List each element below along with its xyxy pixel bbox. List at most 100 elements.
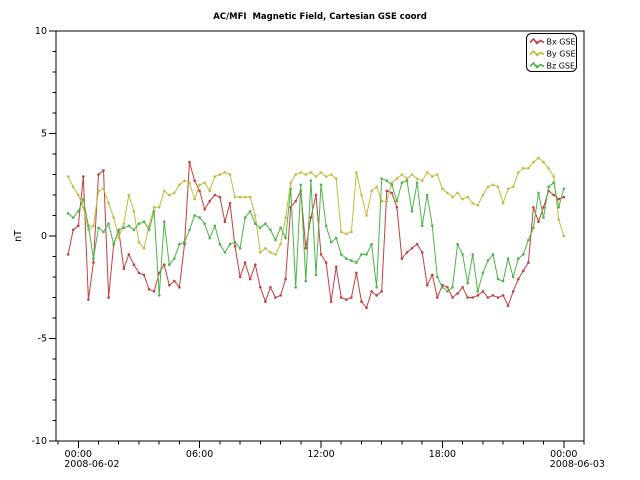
series-marker-bx-gse bbox=[208, 200, 211, 203]
series-marker-bx-gse bbox=[436, 296, 439, 299]
series-marker-bx-gse bbox=[355, 272, 358, 275]
series-marker-bz-gse bbox=[532, 227, 535, 230]
series-marker-bz-gse bbox=[517, 257, 520, 260]
series-marker-bx-gse bbox=[497, 296, 500, 299]
series-marker-bz-gse bbox=[300, 184, 303, 187]
series-marker-by-gse bbox=[401, 173, 404, 176]
series-marker-bx-gse bbox=[153, 290, 156, 293]
series-marker-bx-gse bbox=[537, 220, 540, 223]
y-axis-ticks: -10-50510 bbox=[31, 26, 56, 447]
series-marker-by-gse bbox=[340, 231, 343, 234]
series-marker-bx-gse bbox=[330, 300, 333, 303]
series-marker-by-gse bbox=[487, 186, 490, 189]
series-marker-bx-gse bbox=[466, 296, 469, 299]
series-marker-bz-gse bbox=[92, 257, 95, 260]
series-marker-bz-gse bbox=[102, 231, 105, 234]
series-marker-by-gse bbox=[224, 171, 227, 174]
x-axis-start-date: 2008-06-02 bbox=[64, 459, 119, 470]
series-marker-bz-gse bbox=[406, 179, 409, 182]
x-tick-label: 18:00 bbox=[429, 449, 456, 460]
series-marker-bz-gse bbox=[335, 237, 338, 240]
series-marker-by-gse bbox=[426, 171, 429, 174]
series-marker-bz-gse bbox=[112, 243, 115, 246]
series-marker-by-gse bbox=[441, 188, 444, 191]
series-marker-by-gse bbox=[97, 190, 100, 193]
series-marker-by-gse bbox=[471, 202, 474, 205]
series-marker-bz-gse bbox=[219, 243, 222, 246]
series-marker-by-gse bbox=[527, 167, 530, 170]
series-marker-by-gse bbox=[330, 173, 333, 176]
series-marker-bz-gse bbox=[330, 241, 333, 244]
series-marker-bx-gse bbox=[431, 274, 434, 277]
chart-title: AC/MFI Magnetic Field, Cartesian GSE coo… bbox=[213, 12, 427, 22]
series-marker-by-gse bbox=[153, 206, 156, 209]
series-marker-bx-gse bbox=[461, 286, 464, 289]
series-marker-by-gse bbox=[163, 190, 166, 193]
series-marker-bx-gse bbox=[92, 261, 95, 264]
series-marker-bx-gse bbox=[97, 173, 100, 176]
series-marker-by-gse bbox=[300, 171, 303, 174]
series-marker-bx-gse bbox=[325, 261, 328, 264]
series-marker-bz-gse bbox=[208, 237, 211, 240]
series-marker-bz-gse bbox=[471, 253, 474, 256]
series-marker-by-gse bbox=[158, 206, 161, 209]
series-marker-by-gse bbox=[117, 237, 120, 240]
series-marker-bx-gse bbox=[214, 194, 217, 197]
series-marker-bz-gse bbox=[431, 225, 434, 228]
series-marker-bz-gse bbox=[477, 290, 480, 293]
series-marker-bz-gse bbox=[380, 177, 383, 180]
series-marker-bx-gse bbox=[143, 274, 146, 277]
series-marker-bx-gse bbox=[229, 202, 232, 205]
series-marker-by-gse bbox=[386, 200, 389, 203]
series-marker-by-gse bbox=[350, 231, 353, 234]
series-marker-by-gse bbox=[72, 186, 75, 189]
series-marker-by-gse bbox=[345, 233, 348, 236]
series-marker-bx-gse bbox=[542, 206, 545, 209]
series-marker-bz-gse bbox=[198, 216, 201, 219]
series-marker-by-gse bbox=[446, 192, 449, 195]
series-marker-bz-gse bbox=[396, 200, 399, 203]
series-marker-bz-gse bbox=[82, 198, 85, 201]
series-marker-bx-gse bbox=[264, 300, 267, 303]
series-marker-by-gse bbox=[396, 177, 399, 180]
series-marker-bz-gse bbox=[320, 184, 323, 187]
series-marker-by-gse bbox=[178, 184, 181, 187]
series-marker-bz-gse bbox=[527, 239, 530, 242]
series-marker-bx-gse bbox=[239, 276, 242, 279]
series-marker-bz-gse bbox=[557, 206, 560, 209]
series-marker-by-gse bbox=[107, 202, 110, 205]
series-marker-bz-gse bbox=[340, 253, 343, 256]
series-marker-by-gse bbox=[208, 190, 211, 193]
series-marker-bx-gse bbox=[320, 253, 323, 256]
series-marker-bx-gse bbox=[310, 216, 313, 219]
series-marker-by-gse bbox=[133, 210, 136, 213]
series-marker-by-gse bbox=[482, 194, 485, 197]
series-marker-bz-gse bbox=[259, 227, 262, 230]
series-marker-by-gse bbox=[431, 175, 434, 178]
series-marker-bx-gse bbox=[527, 261, 530, 264]
series-marker-bx-gse bbox=[224, 220, 227, 223]
y-tick-label: -10 bbox=[31, 436, 47, 447]
series-marker-bz-gse bbox=[168, 263, 171, 266]
series-marker-bx-gse bbox=[482, 290, 485, 293]
series-marker-bx-gse bbox=[345, 298, 348, 301]
series-marker-bx-gse bbox=[178, 286, 181, 289]
series-marker-by-gse bbox=[547, 167, 550, 170]
series-marker-bx-gse bbox=[451, 296, 454, 299]
series-marker-by-gse bbox=[193, 198, 196, 201]
series-marker-by-gse bbox=[269, 251, 272, 254]
series-marker-bz-gse bbox=[117, 229, 120, 232]
series-marker-bz-gse bbox=[193, 214, 196, 217]
series-marker-bz-gse bbox=[249, 210, 252, 213]
series-marker-bz-gse bbox=[67, 212, 70, 215]
series-marker-bx-gse bbox=[269, 286, 272, 289]
series-marker-bx-gse bbox=[254, 263, 257, 266]
series-marker-by-gse bbox=[289, 181, 292, 184]
series-marker-by-gse bbox=[375, 186, 378, 189]
series-marker-by-gse bbox=[563, 235, 566, 238]
series-marker-by-gse bbox=[335, 177, 338, 180]
series-marker-bx-gse bbox=[401, 257, 404, 260]
series-marker-bx-gse bbox=[133, 263, 136, 266]
series-marker-bz-gse bbox=[224, 251, 227, 254]
series-marker-bz-gse bbox=[436, 276, 439, 279]
